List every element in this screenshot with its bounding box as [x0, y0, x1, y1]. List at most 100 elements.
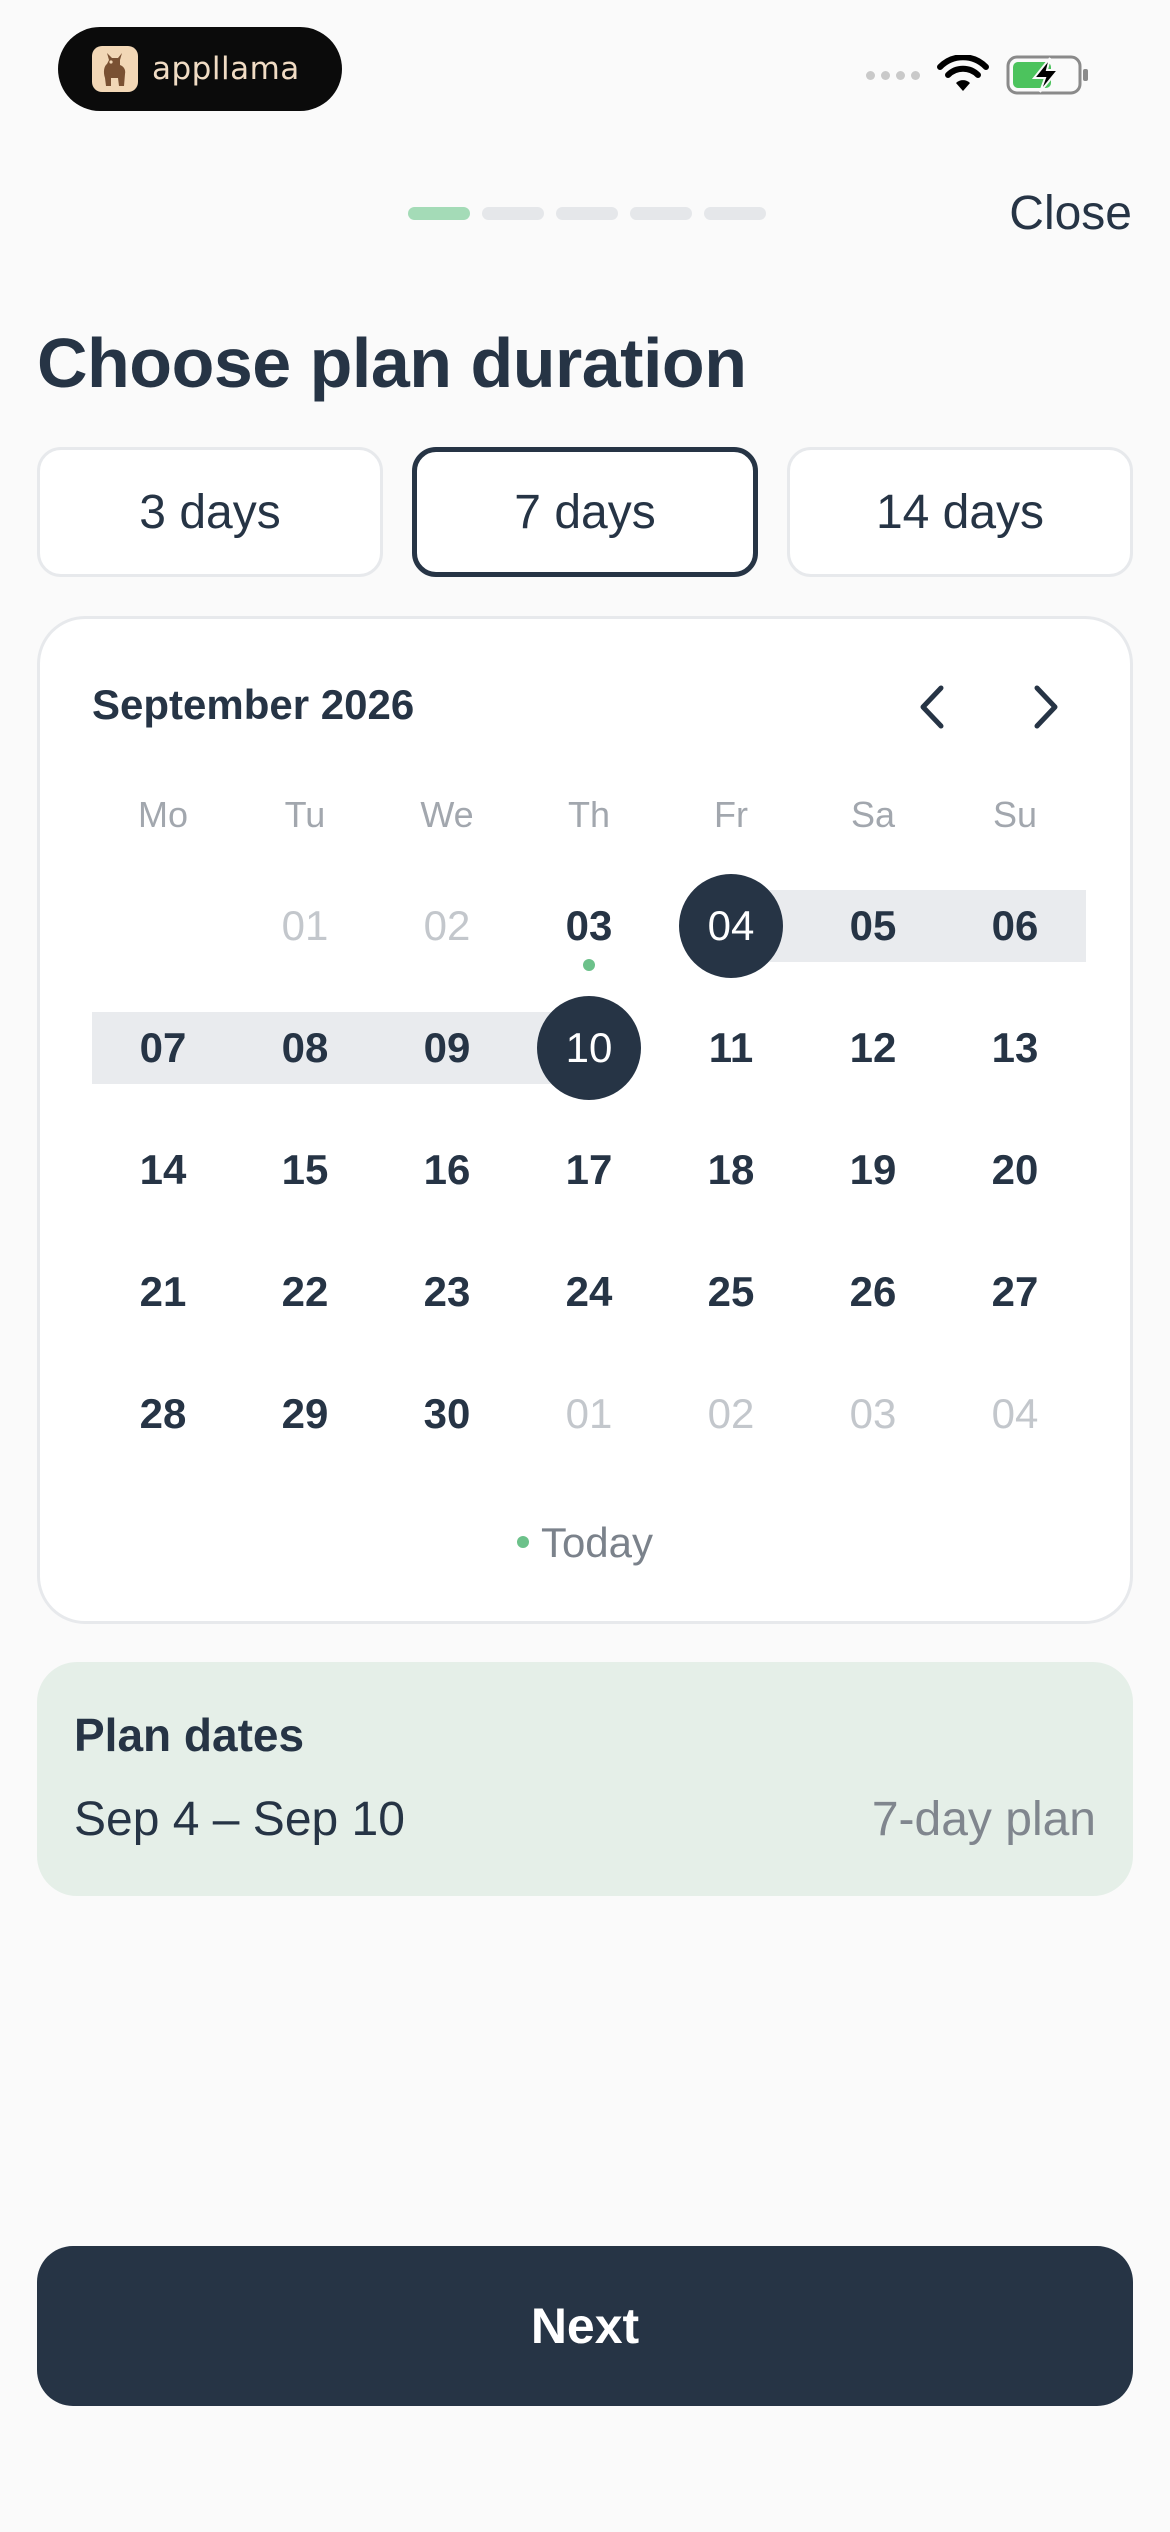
- calendar-day-number: 13: [991, 1024, 1039, 1071]
- weekday-label: Th: [567, 794, 610, 835]
- next-button[interactable]: Next: [37, 2246, 1133, 2406]
- weekday-label: Sa: [850, 794, 896, 835]
- calendar-day-number: 14: [139, 1146, 187, 1193]
- calendar-day-number: 24: [565, 1268, 613, 1315]
- progress-step-2: [482, 207, 544, 220]
- calendar-empty-cell: [92, 865, 234, 987]
- calendar-day-number: 01: [281, 902, 329, 949]
- calendar-day[interactable]: 22: [234, 1231, 376, 1353]
- calendar-day[interactable]: 13: [944, 987, 1086, 1109]
- weekday-label: Fr: [714, 794, 748, 835]
- calendar-day[interactable]: 07: [92, 987, 234, 1109]
- page-title: Choose plan duration: [37, 324, 747, 402]
- calendar-day[interactable]: 14: [92, 1109, 234, 1231]
- calendar-card: September 2026 Mo Tu We Th Fr Sa Su 01 02 03 04 05…: [37, 616, 1133, 1624]
- duration-options: 3 days 7 days 14 days: [37, 447, 1133, 577]
- app-pill: appllama: [58, 27, 342, 111]
- duration-option-3-days[interactable]: 3 days: [37, 447, 383, 577]
- system-status: [866, 50, 1090, 100]
- calendar-day-number: 27: [991, 1268, 1039, 1315]
- calendar-day-number: 23: [423, 1268, 471, 1315]
- calendar-day[interactable]: 27: [944, 1231, 1086, 1353]
- progress-step-3: [556, 207, 618, 220]
- calendar-day[interactable]: 09: [376, 987, 518, 1109]
- today-dot-icon: [516, 1535, 529, 1548]
- day-grid: 01 02 03 04 05 06 07 08 09 10 11 12 13 14 15 16 17 18 19 20…: [92, 865, 1086, 1485]
- calendar-day-number: 02: [707, 1390, 755, 1437]
- calendar-day-number: 28: [139, 1390, 187, 1437]
- calendar-day-number: 20: [991, 1146, 1039, 1193]
- calendar-day[interactable]: 04: [660, 865, 802, 987]
- close-button[interactable]: Close: [1009, 186, 1132, 241]
- calendar-day-number: 10: [537, 996, 641, 1100]
- plan-dates-heading: Plan dates: [74, 1709, 305, 1761]
- calendar-day[interactable]: 17: [518, 1109, 660, 1231]
- calendar-day[interactable]: 05: [802, 865, 944, 987]
- weekday-label: We: [420, 794, 474, 835]
- calendar-day[interactable]: 29: [234, 1353, 376, 1475]
- plan-dates-card: Plan dates Sep 4 – Sep 10 7-day plan: [37, 1662, 1133, 1896]
- plan-length: 7-day plan: [871, 1793, 1096, 1846]
- calendar-day-number: 30: [423, 1390, 471, 1437]
- calendar-day[interactable]: 28: [92, 1353, 234, 1475]
- calendar-day-number: 22: [281, 1268, 329, 1315]
- today-legend: Today: [40, 1519, 1130, 1567]
- calendar-day-number: 12: [849, 1024, 897, 1071]
- calendar-day-number: 21: [139, 1268, 187, 1315]
- calendar-day[interactable]: 01: [234, 865, 376, 987]
- calendar-day[interactable]: 23: [376, 1231, 518, 1353]
- progress-step-5: [704, 207, 766, 220]
- calendar-day[interactable]: 12: [802, 987, 944, 1109]
- cellular-signal-icon: [866, 70, 920, 80]
- progress-step-4: [630, 207, 692, 220]
- previous-month-button[interactable]: [902, 677, 962, 737]
- battery-charging-icon: [1006, 55, 1088, 95]
- calendar-day: 01: [518, 1353, 660, 1475]
- status-bar: appllama: [0, 0, 1170, 120]
- weekday-label: Su: [992, 794, 1038, 835]
- month-title: September 2026: [92, 681, 415, 728]
- today-legend-label: Today: [540, 1519, 654, 1566]
- calendar-day[interactable]: 21: [92, 1231, 234, 1353]
- calendar-day[interactable]: 24: [518, 1231, 660, 1353]
- calendar-day-number: 04: [679, 874, 783, 978]
- weekday-header: Mo Tu We Th Fr Sa Su: [92, 794, 1086, 844]
- calendar-day-number: 16: [423, 1146, 471, 1193]
- calendar-day[interactable]: 19: [802, 1109, 944, 1231]
- step-progress: [408, 207, 766, 220]
- calendar-day[interactable]: 25: [660, 1231, 802, 1353]
- calendar-day[interactable]: 16: [376, 1109, 518, 1231]
- calendar-day-number: 15: [281, 1146, 329, 1193]
- app-name: appllama: [152, 51, 300, 87]
- calendar-day[interactable]: 11: [660, 987, 802, 1109]
- duration-option-14-days[interactable]: 14 days: [787, 447, 1133, 577]
- calendar-day[interactable]: 02: [376, 865, 518, 987]
- next-month-button[interactable]: [1016, 677, 1076, 737]
- chevron-right-icon: [1034, 685, 1058, 729]
- calendar-day-number: 29: [281, 1390, 329, 1437]
- calendar-day[interactable]: 15: [234, 1109, 376, 1231]
- calendar-day-number: 05: [849, 902, 897, 949]
- calendar-day[interactable]: 30: [376, 1353, 518, 1475]
- calendar-day[interactable]: 20: [944, 1109, 1086, 1231]
- calendar-day-number: 18: [707, 1146, 755, 1193]
- calendar-day[interactable]: 10: [518, 987, 660, 1109]
- calendar-day-number: 08: [281, 1024, 329, 1071]
- duration-option-7-days[interactable]: 7 days: [412, 447, 758, 577]
- calendar-day-number: 03: [849, 1390, 897, 1437]
- weekday-label: Mo: [137, 794, 188, 835]
- calendar-day-number: 25: [707, 1268, 755, 1315]
- calendar-day[interactable]: 18: [660, 1109, 802, 1231]
- calendar-day[interactable]: 08: [234, 987, 376, 1109]
- llama-logo-icon: [92, 46, 138, 92]
- calendar-day-number: 02: [423, 902, 471, 949]
- chevron-left-icon: [920, 685, 944, 729]
- progress-step-1: [408, 207, 470, 220]
- calendar-day[interactable]: 26: [802, 1231, 944, 1353]
- calendar-day[interactable]: 06: [944, 865, 1086, 987]
- calendar-day: 04: [944, 1353, 1086, 1475]
- today-marker-icon: [583, 959, 595, 971]
- calendar-day-number: 07: [139, 1024, 187, 1071]
- calendar-day-number: 01: [565, 1390, 613, 1437]
- calendar-day-number: 11: [708, 1024, 754, 1071]
